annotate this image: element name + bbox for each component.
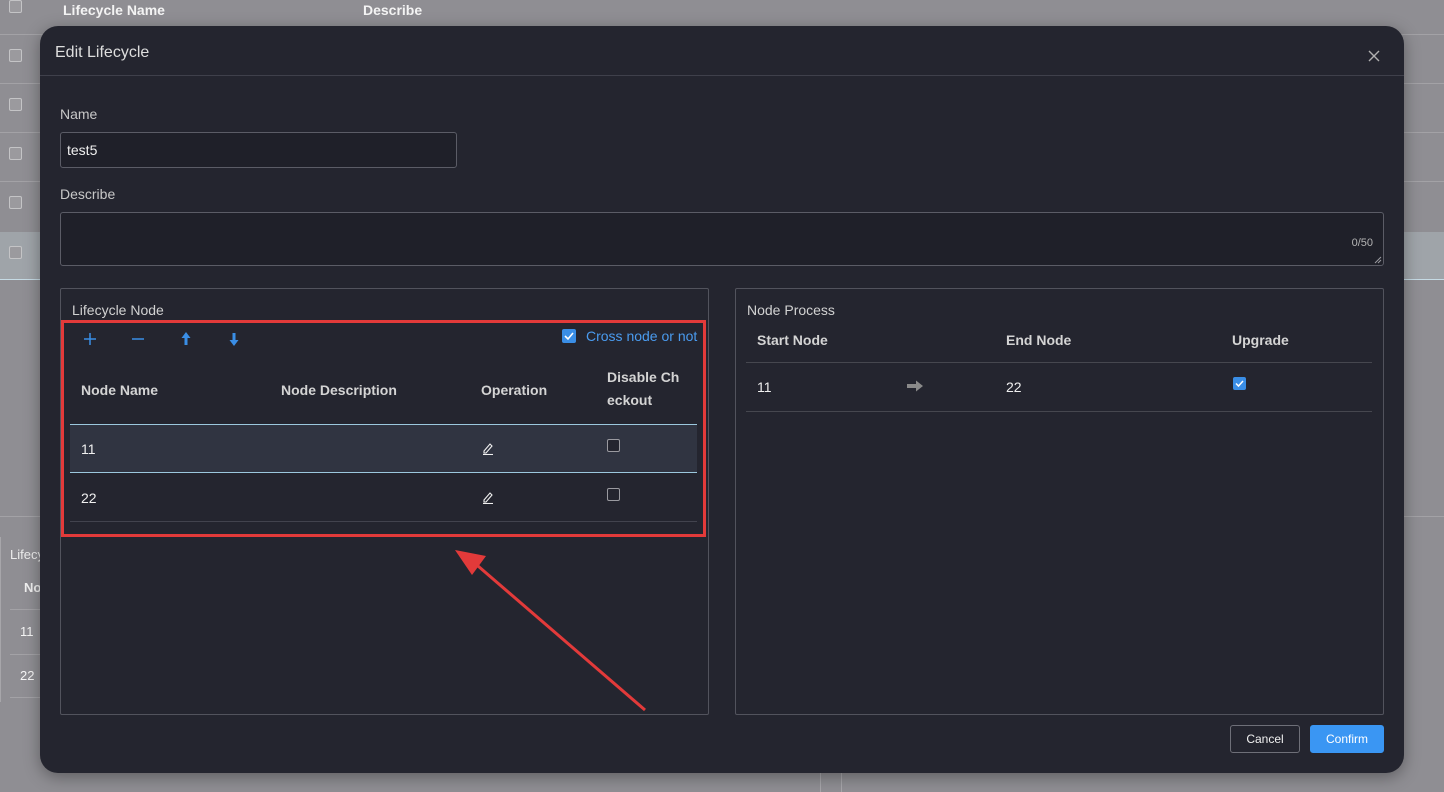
lifecycle-node-title: Lifecycle Node (72, 302, 164, 318)
background-divider (841, 773, 842, 792)
background-panel-divider (10, 654, 42, 655)
background-table-header: Lifecycle Name Describe (0, 0, 1444, 22)
background-row-checkbox[interactable] (9, 49, 22, 62)
background-panel-divider (1404, 516, 1444, 517)
background-divider (820, 773, 821, 792)
describe-textarea[interactable]: 0/50 (60, 212, 1384, 266)
background-panel-border (0, 537, 1, 702)
close-icon[interactable] (1364, 46, 1384, 66)
table-divider (746, 362, 1372, 363)
background-panel-cell: 22 (20, 668, 35, 683)
arrow-right-icon (906, 379, 924, 393)
background-col-lifecycle-name: Lifecycle Name (63, 2, 165, 18)
describe-label: Describe (60, 186, 116, 202)
table-divider (746, 411, 1372, 412)
background-row-checkbox[interactable] (9, 98, 22, 111)
background-row-checkbox[interactable] (9, 147, 22, 160)
background-col-describe: Describe (363, 2, 423, 18)
highlight-box (61, 320, 706, 537)
edit-lifecycle-dialog: Edit Lifecycle Name Describe 0/50 Lifecy… (40, 26, 1404, 773)
confirm-button[interactable]: Confirm (1310, 725, 1384, 753)
node-process-panel: Node Process (735, 288, 1384, 715)
cancel-button[interactable]: Cancel (1230, 725, 1300, 753)
background-panel-divider (0, 516, 42, 517)
background-panel-divider (10, 609, 42, 610)
background-panel-cell: 11 (20, 624, 34, 639)
upgrade-checkbox[interactable] (1233, 377, 1246, 390)
col-upgrade: Upgrade (1232, 332, 1289, 348)
background-panel-title: Lifecy (10, 547, 44, 562)
col-end-node: End Node (1006, 332, 1072, 348)
dialog-title: Edit Lifecycle (55, 44, 150, 61)
background-panel-column: No (24, 580, 42, 595)
name-label: Name (60, 106, 98, 122)
background-row-checkbox[interactable] (9, 196, 22, 209)
dialog-header: Edit Lifecycle (40, 26, 1404, 76)
background-header-checkbox[interactable] (9, 0, 22, 13)
start-node-cell: 11 (757, 379, 772, 395)
node-process-title: Node Process (747, 302, 835, 318)
col-start-node: Start Node (757, 332, 828, 348)
resize-handle-icon[interactable] (1374, 256, 1382, 264)
name-input[interactable] (60, 132, 457, 168)
end-node-cell: 22 (1006, 379, 1022, 395)
describe-char-counter: 0/50 (1351, 237, 1373, 249)
background-panel-divider (10, 697, 42, 698)
background-row-checkbox[interactable] (9, 246, 22, 259)
